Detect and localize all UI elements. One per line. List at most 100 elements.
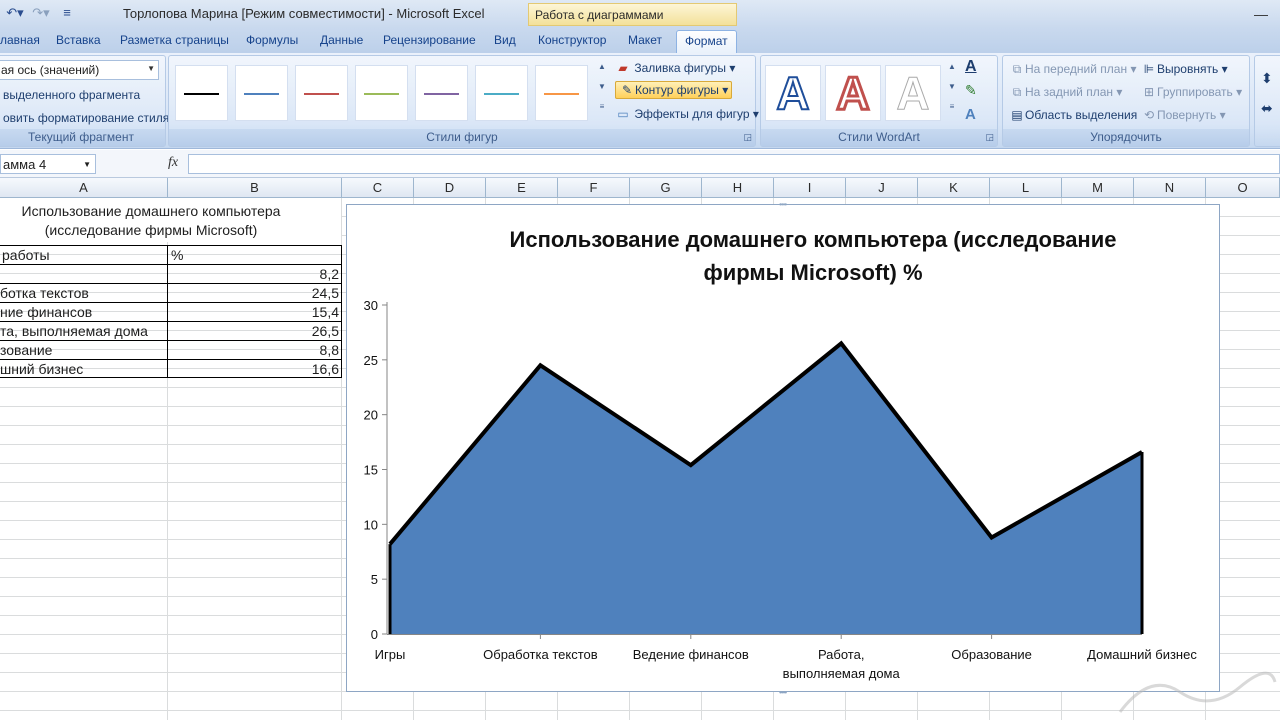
text-fill-icon[interactable]: A: [965, 58, 977, 76]
table-row-value[interactable]: 16,6: [170, 361, 339, 377]
table-row-value[interactable]: 26,5: [170, 323, 339, 339]
format-selection-button[interactable]: выделенного фрагмента: [3, 88, 140, 102]
undo-icon[interactable]: ↶▾: [4, 4, 26, 22]
shape-style-swatch[interactable]: [475, 65, 528, 121]
minimize-icon[interactable]: —: [1254, 6, 1268, 22]
tab-page-layout[interactable]: Разметка страницы: [120, 33, 229, 47]
text-outline-icon[interactable]: ✎: [965, 82, 977, 99]
area-chart-plot[interactable]: 0 5 10 15 20 25 30 Игры Обработка текстов Ведение…: [347, 205, 1221, 693]
swatch-line: [484, 93, 519, 95]
tab-data[interactable]: Данные: [320, 33, 363, 47]
column-header-k[interactable]: K: [918, 178, 990, 198]
column-header-e[interactable]: E: [486, 178, 558, 198]
wordart-style-3[interactable]: A: [885, 65, 941, 121]
sheet-title-line1[interactable]: Использование домашнего компьютера: [0, 203, 302, 219]
shape-style-swatch[interactable]: [415, 65, 468, 121]
y-tick-label: 15: [364, 463, 378, 478]
bring-to-front-button[interactable]: ⧉ На передний план ▾: [1009, 62, 1137, 77]
wordart-style-1[interactable]: A: [765, 65, 821, 121]
tab-insert[interactable]: Вставка: [56, 33, 101, 47]
redo-icon[interactable]: ↷▾: [30, 4, 52, 22]
reset-style-button[interactable]: овить форматирование стиля: [3, 111, 169, 125]
chart-elements-combo[interactable]: ая ось (значений) ▼: [0, 60, 159, 80]
size-width-icon[interactable]: ⬌: [1261, 100, 1273, 117]
size-height-icon[interactable]: ⬍: [1261, 70, 1273, 87]
column-header-c[interactable]: C: [342, 178, 414, 198]
tab-formulas[interactable]: Формулы: [246, 33, 298, 47]
y-tick-label: 5: [371, 572, 378, 587]
customize-qat-icon[interactable]: ≡: [56, 4, 78, 22]
name-box[interactable]: амма 4 ▼: [0, 154, 96, 174]
scroll-down-icon[interactable]: ▼: [945, 82, 959, 102]
shape-style-swatch[interactable]: [355, 65, 408, 121]
column-header-b[interactable]: B: [168, 178, 342, 198]
wordart-style-2[interactable]: A: [825, 65, 881, 121]
table-row-label[interactable]: ботка текстов: [0, 285, 166, 301]
column-header-h[interactable]: H: [702, 178, 774, 198]
table-row-value[interactable]: 15,4: [170, 304, 339, 320]
table-border: [341, 245, 342, 378]
tab-review[interactable]: Рецензирование: [383, 33, 476, 47]
shape-outline-button[interactable]: ✎ Контур фигуры ▾: [615, 81, 733, 99]
shape-fill-button[interactable]: ▰ Заливка фигуры ▾: [615, 61, 735, 75]
column-header-f[interactable]: F: [558, 178, 630, 198]
table-row-value[interactable]: 8,2: [170, 266, 339, 282]
column-header-o[interactable]: O: [1206, 178, 1280, 198]
tab-layout[interactable]: Макет: [620, 30, 670, 53]
table-row-value[interactable]: 8,8: [170, 342, 339, 358]
align-button[interactable]: ⊫ Выровнять ▾: [1141, 62, 1228, 76]
column-header-i[interactable]: I: [774, 178, 846, 198]
x-tick-label: Работа, выполняемая дома: [783, 647, 901, 681]
table-row-label[interactable]: та, выполняемая дома: [0, 323, 166, 339]
column-header-j[interactable]: J: [846, 178, 918, 198]
column-header-d[interactable]: D: [414, 178, 486, 198]
gallery-scroll[interactable]: ▲ ▼ ≡: [595, 62, 609, 122]
table-header-activity[interactable]: работы: [2, 247, 166, 263]
chevron-down-icon[interactable]: ▼: [83, 160, 91, 169]
effects-icon: ▭: [617, 107, 629, 121]
gallery-more-icon[interactable]: ≡: [945, 102, 959, 122]
x-tick-label-line: Домашний бизнес: [1087, 647, 1197, 662]
formula-input[interactable]: [188, 154, 1280, 174]
chart-area[interactable]: •••• •••• Использование домашнего компью…: [346, 200, 1221, 697]
tab-view[interactable]: Вид: [494, 33, 516, 47]
table-row-label[interactable]: ние финансов: [0, 304, 166, 320]
shape-style-swatch[interactable]: [175, 65, 228, 121]
table-header-percent[interactable]: %: [171, 247, 337, 263]
rotate-button[interactable]: ⟲ Повернуть ▾: [1141, 108, 1226, 122]
table-border: [0, 359, 342, 360]
formula-buttons: fx: [98, 154, 188, 174]
column-header-l[interactable]: L: [990, 178, 1062, 198]
x-tick-label: Ведение финансов: [633, 647, 749, 662]
dialog-launcher-icon[interactable]: ◲: [985, 132, 994, 143]
table-row-label[interactable]: зование: [0, 342, 166, 358]
gallery-more-icon[interactable]: ≡: [595, 102, 609, 122]
dialog-launcher-icon[interactable]: ◲: [743, 132, 752, 143]
table-row-value[interactable]: 24,5: [170, 285, 339, 301]
x-tick-label-line: Работа,: [818, 647, 865, 662]
sheet-title-line2[interactable]: (исследование фирмы Microsoft): [0, 222, 302, 238]
text-effects-icon[interactable]: A: [965, 106, 976, 123]
wordart-gallery-scroll[interactable]: ▲ ▼ ≡: [945, 62, 959, 122]
send-to-back-button[interactable]: ⧉ На задний план ▾: [1009, 85, 1123, 100]
table-row-label[interactable]: шний бизнес: [0, 361, 166, 377]
tab-format[interactable]: Формат: [676, 30, 737, 53]
group-button[interactable]: ⊞ Группировать ▾: [1141, 85, 1242, 99]
swatch-line: [244, 93, 279, 95]
tab-home[interactable]: лавная: [0, 33, 40, 47]
shape-style-swatch[interactable]: [535, 65, 588, 121]
column-header-n[interactable]: N: [1134, 178, 1206, 198]
selection-pane-button[interactable]: ▤ Область выделения: [1009, 108, 1137, 122]
shape-style-swatch[interactable]: [235, 65, 288, 121]
table-border: [0, 264, 342, 265]
column-header-a[interactable]: A: [0, 178, 168, 198]
shape-effects-button[interactable]: ▭ Эффекты для фигур ▾: [615, 107, 759, 121]
tab-design[interactable]: Конструктор: [530, 30, 614, 53]
scroll-up-icon[interactable]: ▲: [595, 62, 609, 82]
shape-style-swatch[interactable]: [295, 65, 348, 121]
scroll-down-icon[interactable]: ▼: [595, 82, 609, 102]
scroll-up-icon[interactable]: ▲: [945, 62, 959, 82]
column-header-m[interactable]: M: [1062, 178, 1134, 198]
column-header-g[interactable]: G: [630, 178, 702, 198]
insert-function-icon[interactable]: fx: [168, 155, 178, 171]
